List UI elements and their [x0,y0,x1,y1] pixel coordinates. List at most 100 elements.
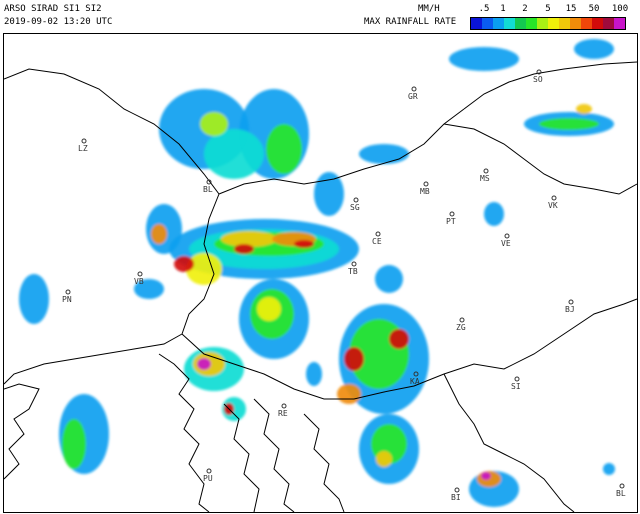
rain-echo [481,472,491,480]
rain-echo [574,39,614,59]
coastline [223,403,260,512]
rain-echo [200,112,228,136]
city-dot [459,317,465,323]
rain-echo [306,362,322,386]
rain-echo [266,124,302,174]
border-line [4,333,183,385]
coastline [253,398,295,512]
legend-tick-label: .5 [478,4,490,14]
city-dot [514,376,520,382]
rain-echo [337,384,361,404]
city-label: LZ [78,144,88,153]
rain-echo [344,347,364,371]
rain-echo [389,329,409,349]
legend-swatch [537,18,548,29]
city-dot [411,86,417,92]
rain-echo [314,172,344,216]
city-label: SO [533,75,543,84]
city-label: BJ [565,305,575,314]
rain-echo [294,240,314,248]
city-dot [137,271,143,277]
rain-echo [257,297,281,321]
legend-swatch [548,18,559,29]
city-dot [375,231,381,237]
rain-echo [376,451,392,467]
rain-echo [19,274,49,324]
city-label: BL [616,489,626,498]
rain-echo [539,118,599,130]
city-label: ZG [456,323,466,332]
legend-swatch [570,18,581,29]
city-label: MS [480,174,490,183]
rain-echo [484,202,504,226]
city-dot [619,483,625,489]
legend-swatch [482,18,493,29]
city-label: SG [350,203,360,212]
city-dot [81,138,87,144]
legend-tick-label: 100 [611,4,629,14]
city-dot [423,181,429,187]
legend-swatch [515,18,526,29]
legend-tick-label: 2 [522,4,528,14]
city-label: RE [278,409,288,418]
city-label: MB [420,187,430,196]
radar-map: GR SO LZ BL MB MS VK SG PT CE VE TB VB PN ZG BJ KA SI RE PU… [3,33,638,513]
city-label: VB [134,277,144,286]
legend-swatch [614,18,625,29]
city-dot [353,197,359,203]
legend-tick-label: 1 [500,4,506,14]
city-label: BL [203,185,213,194]
city-dot [449,211,455,217]
product-title: ARSO SIRAD SI1 SI2 [4,4,102,14]
legend-swatch [493,18,504,29]
coastline [303,413,345,512]
city-dot [568,299,574,305]
rain-echo [221,231,277,247]
legend-swatch [504,18,515,29]
rain-echo [449,47,519,71]
legend-tick-label: 5 [545,4,551,14]
city-dot [206,468,212,474]
city-dot [551,195,557,201]
legend-tick-labels: .5 1 2 5 15 50 100 [470,4,636,14]
timestamp: 2019-09-02 13:20 UTC [4,17,113,27]
rain-echo [234,244,254,254]
city-dot [483,168,489,174]
border-line [443,123,637,195]
rain-echo [174,256,194,272]
legend-swatch [559,18,570,29]
rain-echo [603,463,615,475]
city-dot [454,487,460,493]
legend-swatch [592,18,603,29]
radar-map-window: ARSO SIRAD SI1 SI2 2019-09-02 13:20 UTC … [0,0,640,514]
coastline [4,383,40,480]
city-dot [504,233,510,239]
city-label: PU [203,474,213,483]
city-label: CE [372,237,382,246]
city-label: TB [348,267,358,276]
city-label: GR [408,92,418,101]
city-label: VE [501,239,511,248]
city-label: KA [410,377,420,386]
city-label: VK [548,201,558,210]
city-label: BI [451,493,461,502]
legend-swatch [526,18,537,29]
city-label: PN [62,295,72,304]
legend-swatch [581,18,592,29]
rain-echo [359,144,409,164]
city-dot [351,261,357,267]
map-canvas: GR SO LZ BL MB MS VK SG PT CE VE TB VB PN ZG BJ KA SI RE PU… [4,39,637,512]
city-dot [281,403,287,409]
rain-echo [576,104,592,114]
rain-echo [197,358,211,370]
legend-title: MAX RAINFALL RATE [364,17,457,27]
city-label: PT [446,217,456,226]
rain-echo [151,224,167,244]
legend-swatch [471,18,482,29]
legend-tick-label: 15 [565,4,577,14]
legend-unit: MM/H [418,4,440,14]
city-label: SI [511,382,521,391]
legend-tick-label: 50 [588,4,600,14]
city-dot [65,289,71,295]
rain-echo [62,419,86,469]
